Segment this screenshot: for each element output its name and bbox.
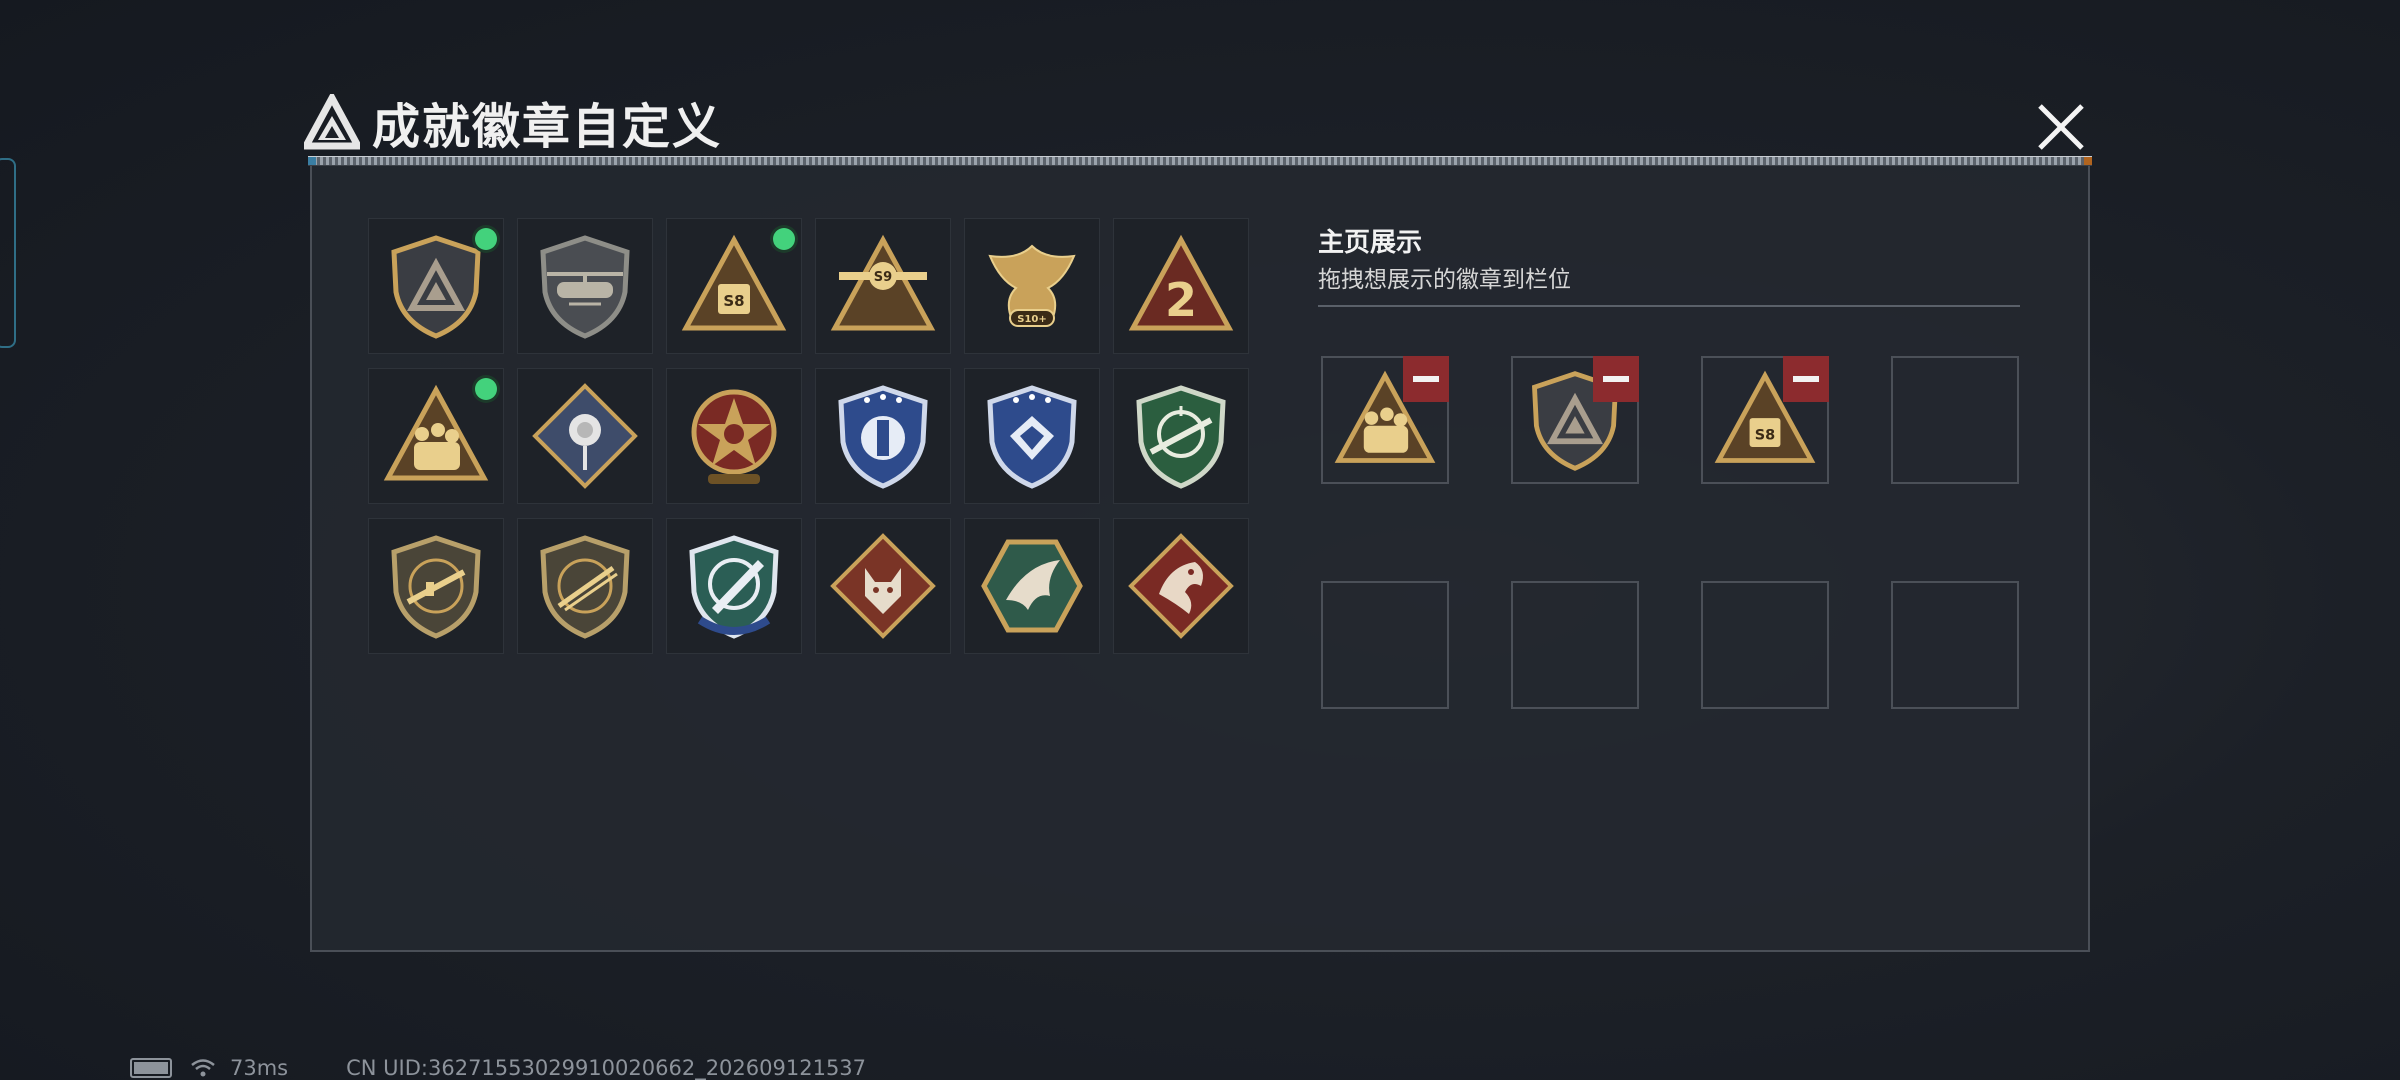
showcase-slot[interactable] xyxy=(1321,356,1449,484)
rose-diamond-badge-icon xyxy=(532,383,638,489)
showcase-divider xyxy=(1318,305,2020,307)
badge-cell[interactable] xyxy=(517,218,653,354)
svg-text:S9: S9 xyxy=(874,270,892,285)
uid-text: CN UID:3627155302991002066​2_20260912153… xyxy=(346,1056,867,1080)
red-star-medal-badge-icon xyxy=(691,389,777,484)
badge-cell[interactable] xyxy=(815,368,951,504)
s9-aircraft-badge-icon: S9 xyxy=(830,234,936,331)
badge-cell[interactable] xyxy=(666,368,802,504)
s10-phoenix-badge-icon: S10+ xyxy=(988,244,1076,327)
blue-gem-shield-badge-icon xyxy=(987,385,1077,489)
status-bar: 73ms CN UID:3627155302991002066​2_202609… xyxy=(130,1056,866,1080)
shotgun-shield-badge-icon xyxy=(540,535,630,639)
badge-cell[interactable] xyxy=(815,518,951,654)
remove-badge-button[interactable] xyxy=(1783,356,1829,402)
svg-text:S10+: S10+ xyxy=(1017,314,1047,325)
dragon-hexagon-badge-icon xyxy=(981,539,1083,633)
badge-cell[interactable] xyxy=(1113,368,1249,504)
equipped-indicator xyxy=(475,378,497,400)
svg-text:2: 2 xyxy=(1165,273,1197,327)
minus-icon xyxy=(1793,376,1819,382)
badge-cell[interactable]: 2 xyxy=(1113,218,1249,354)
title-bar: 成就徽章自定义 xyxy=(304,90,723,155)
badge-collection-grid: S8 S9 S10+ 2 xyxy=(368,218,1249,654)
rifle-shield-badge-icon xyxy=(391,535,481,639)
remove-badge-button[interactable] xyxy=(1403,356,1449,402)
badge-cell[interactable] xyxy=(1113,518,1249,654)
blue-wing-shield-badge-icon xyxy=(838,385,928,489)
svg-text:S8: S8 xyxy=(723,292,744,310)
showcase-slot[interactable] xyxy=(1511,581,1639,709)
badge-cell[interactable] xyxy=(964,518,1100,654)
badge-cell[interactable] xyxy=(517,518,653,654)
side-tab[interactable] xyxy=(0,158,16,348)
wolf-diamond-badge-icon xyxy=(830,533,936,639)
remove-badge-button[interactable] xyxy=(1593,356,1639,402)
badge-cell[interactable] xyxy=(368,518,504,654)
green-sniper-badge-icon xyxy=(1136,385,1226,489)
page-title: 成就徽章自定义 xyxy=(372,99,723,155)
shield-triangle-badge-icon xyxy=(391,235,481,339)
showcase-slot[interactable] xyxy=(1891,581,2019,709)
badge-cell[interactable]: S9 xyxy=(815,218,951,354)
badge-cell[interactable] xyxy=(517,368,653,504)
equipped-indicator xyxy=(475,228,497,250)
showcase-slot[interactable] xyxy=(1511,356,1639,484)
badge-cell[interactable] xyxy=(368,368,504,504)
wifi-icon xyxy=(191,1059,215,1077)
red-dragon-diamond-badge-icon xyxy=(1128,533,1234,639)
badge-cell[interactable]: S10+ xyxy=(964,218,1100,354)
soldiers-triangle-badge-icon xyxy=(383,384,489,481)
badge-cell[interactable] xyxy=(368,218,504,354)
showcase-slot[interactable] xyxy=(1321,581,1449,709)
panel-top-strip xyxy=(308,156,2092,166)
showcase-slot[interactable] xyxy=(1891,356,2019,484)
close-icon[interactable] xyxy=(2030,96,2092,158)
helicopter-badge-icon xyxy=(540,235,630,339)
delta-logo-icon xyxy=(304,94,360,150)
showcase-slot[interactable]: S8 xyxy=(1701,356,1829,484)
s8-triangle-badge-icon: S8 xyxy=(681,234,787,331)
number-2-badge-icon: 2 xyxy=(1128,234,1234,331)
showcase-slot[interactable] xyxy=(1701,581,1829,709)
badge-cell[interactable] xyxy=(964,368,1100,504)
equipped-indicator xyxy=(773,228,795,250)
badge-cell[interactable] xyxy=(666,518,802,654)
showcase-title: 主页展示 xyxy=(1318,228,1423,258)
minus-icon xyxy=(1413,376,1439,382)
minus-icon xyxy=(1603,376,1629,382)
battery-icon xyxy=(130,1058,172,1078)
ping-text: 73ms xyxy=(230,1056,289,1080)
svg-text:S8: S8 xyxy=(1755,427,1775,443)
showcase-subtitle: 拖拽想展示的徽章到栏位 xyxy=(1318,267,1571,293)
badge-cell[interactable]: S8 xyxy=(666,218,802,354)
blue-knife-shield-badge-icon xyxy=(689,535,779,639)
